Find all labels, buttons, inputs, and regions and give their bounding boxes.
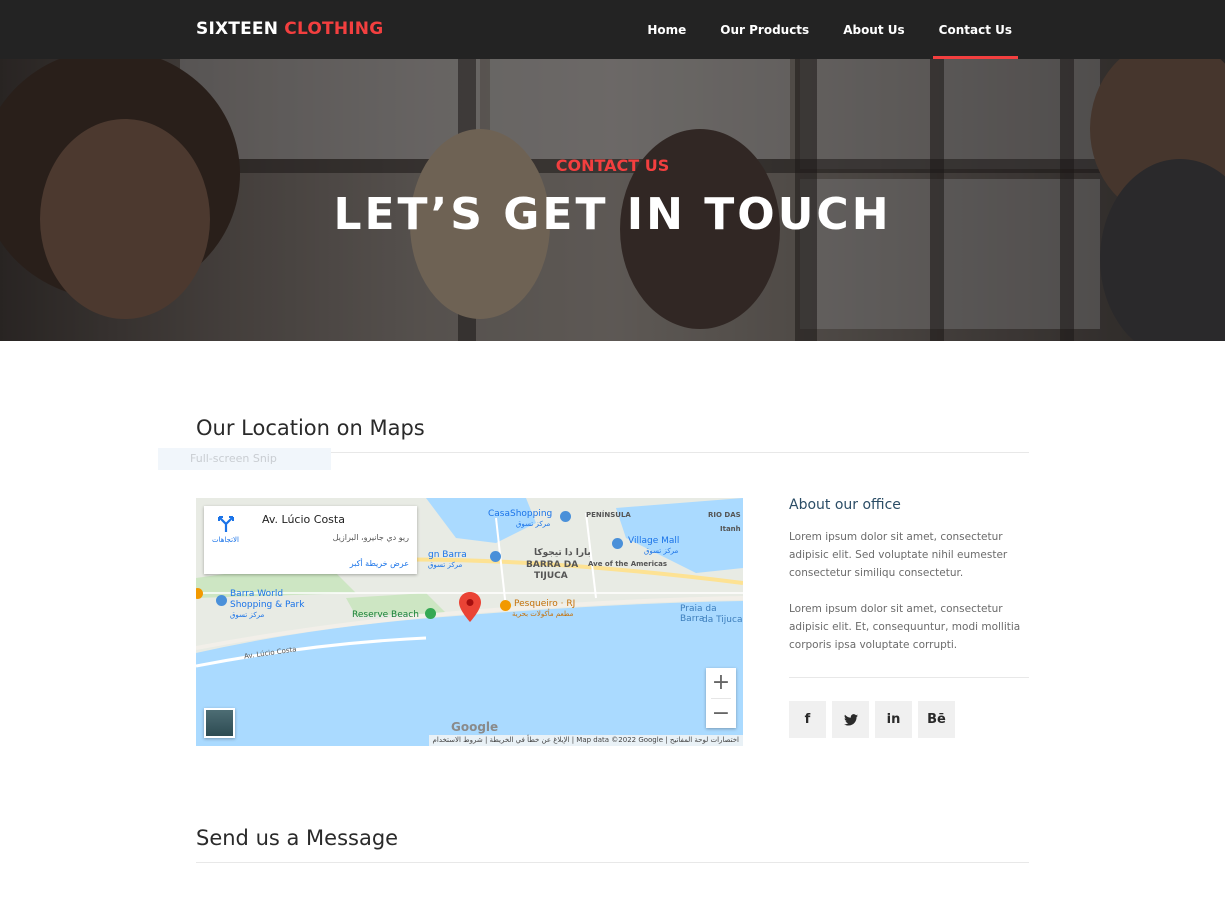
restaurant-pin-icon[interactable] — [500, 600, 511, 611]
nav-about-us[interactable]: About Us — [837, 0, 910, 59]
behance-icon[interactable]: Bē — [918, 701, 955, 738]
map-info-address: ريو دي جانيرو، البرازيل — [332, 533, 409, 542]
site-logo[interactable]: SIXTEEN CLOTHING — [196, 19, 383, 39]
hero-subtitle: CONTACT US — [555, 156, 670, 175]
location-marker-icon[interactable] — [459, 592, 481, 622]
map-label-pesqueiro: Pesqueiro · RJ — [514, 599, 576, 609]
view-larger-map-link[interactable]: عرض خريطة أكبر — [350, 559, 409, 568]
map-label-barra-tijuca-ar: بارا دا تيجوكا — [534, 548, 591, 558]
logo-accent: CLOTHING — [284, 19, 384, 39]
map-label-pesqueiro-ar: مطعم مأكولات بحرية — [512, 610, 574, 618]
hero-banner: CONTACT US LET’S GET IN TOUCH — [0, 59, 1225, 341]
office-divider — [789, 677, 1029, 678]
map-type-toggle[interactable] — [204, 708, 235, 738]
site-header: SIXTEEN CLOTHING Home Our Products About… — [0, 0, 1225, 59]
map-info-title: Av. Lúcio Costa — [262, 513, 345, 526]
shopping-pin-icon[interactable] — [490, 551, 501, 562]
message-divider — [196, 862, 1029, 863]
google-map[interactable]: CasaShopping مركز تسوق PENÍNSULA RIO DAS… — [196, 498, 743, 746]
nav-our-products[interactable]: Our Products — [714, 0, 815, 59]
map-label-village-mall-ar: مركز تسوق — [644, 547, 679, 555]
map-label-shopping-park: Shopping & Park — [230, 600, 305, 610]
map-label-ave-americas: Ave of the Americas — [588, 560, 668, 568]
map-label-barra-da: BARRA DA — [526, 560, 579, 570]
office-paragraph-1: Lorem ipsum dolor sit amet, consectetur … — [789, 531, 1008, 579]
shopping-pin-icon[interactable] — [612, 538, 623, 549]
zoom-in-button[interactable]: + — [706, 668, 736, 698]
linkedin-icon[interactable]: in — [875, 701, 912, 738]
map-label-barra-world-ar: مركز تسوق — [230, 611, 265, 619]
office-paragraph-2: Lorem ipsum dolor sit amet, consectetur … — [789, 603, 1021, 651]
map-label-casashopping: CasaShopping — [488, 509, 553, 519]
beach-pin-icon[interactable] — [425, 608, 436, 619]
directions-label[interactable]: الاتجاهات — [212, 536, 239, 544]
map-label-rio-das: RIO DAS — [708, 511, 741, 519]
map-attribution[interactable]: الإبلاغ عن خطأ في الخريطة | شروط الاستخد… — [428, 735, 743, 746]
map-label-gn-barra: gn Barra — [428, 550, 467, 560]
map-label-peninsula: PENÍNSULA — [586, 511, 631, 519]
office-title: About our office — [789, 497, 901, 513]
map-label-reserve-beach: Reserve Beach — [352, 610, 419, 620]
hero-title: LET’S GET IN TOUCH — [333, 189, 892, 240]
zoom-out-button[interactable]: − — [706, 699, 736, 729]
facebook-icon[interactable]: f — [789, 701, 826, 738]
map-label-da-tijuca: da Tijuca — [702, 615, 743, 625]
google-logo: Google — [451, 720, 499, 734]
logo-main: SIXTEEN — [196, 19, 279, 39]
shopping-pin-icon[interactable] — [560, 511, 571, 522]
map-label-barra-world: Barra World — [230, 589, 284, 599]
snip-tooltip: Full-screen Snip — [158, 448, 331, 470]
map-label-village-mall: Village Mall — [628, 536, 680, 546]
map-info-card: الاتجاهات Av. Lúcio Costa ريو دي جانيرو،… — [204, 506, 417, 574]
map-label-tijuca: TIJUCA — [534, 571, 568, 581]
directions-icon[interactable] — [216, 516, 236, 536]
shopping-pin-icon[interactable] — [216, 595, 227, 606]
twitter-icon[interactable] — [832, 701, 869, 738]
main-nav: Home Our Products About Us Contact Us — [619, 0, 1019, 59]
map-label-itanh: Itanh — [720, 525, 741, 533]
map-label-casashopping-ar: مركز تسوق — [516, 520, 551, 528]
location-section-title: Our Location on Maps — [196, 416, 425, 440]
map-zoom-controls: + − — [706, 668, 736, 728]
nav-contact-us[interactable]: Contact Us — [932, 0, 1019, 59]
map-label-gn-barra-ar: مركز تسوق — [428, 561, 463, 569]
message-section-title: Send us a Message — [196, 826, 399, 850]
nav-home[interactable]: Home — [641, 0, 692, 59]
